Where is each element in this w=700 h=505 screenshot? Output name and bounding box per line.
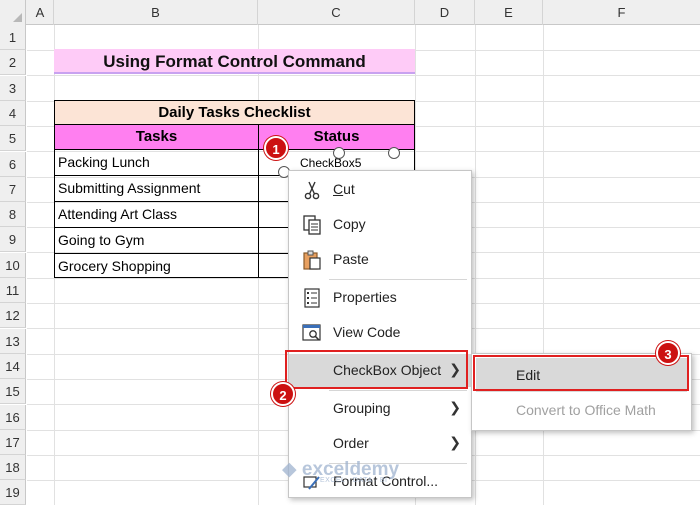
menu-item-order[interactable]: Order ❯ bbox=[289, 427, 471, 460]
row-header[interactable]: 10 bbox=[0, 253, 26, 278]
gridline bbox=[543, 25, 544, 505]
view-code-icon bbox=[302, 324, 321, 341]
row-header[interactable]: 7 bbox=[0, 177, 26, 202]
checkbox-control[interactable]: CheckBox5 bbox=[300, 156, 361, 170]
chevron-right-icon: ❯ bbox=[449, 434, 461, 450]
menu-separator bbox=[329, 390, 467, 391]
task-cell[interactable]: Submitting Assignment bbox=[54, 176, 259, 202]
menu-item-cut[interactable]: Cut bbox=[289, 173, 471, 206]
cut-label-text: ut bbox=[343, 181, 355, 197]
row-header[interactable]: 12 bbox=[0, 303, 26, 328]
column-header-c[interactable]: C bbox=[258, 0, 415, 25]
chevron-right-icon: ❯ bbox=[449, 399, 461, 415]
row-header[interactable]: 14 bbox=[0, 354, 26, 379]
menu-label-properties: Properties bbox=[333, 289, 397, 305]
row-header[interactable]: 1 bbox=[0, 25, 26, 50]
step-badge-3: 3 bbox=[656, 341, 680, 365]
gridline bbox=[27, 75, 700, 76]
row-header[interactable]: 2 bbox=[0, 50, 26, 75]
resize-handle[interactable] bbox=[333, 147, 345, 159]
menu-label-cut: Cut bbox=[333, 181, 355, 197]
watermark-tagline: EXCEL · DATA · BI bbox=[320, 477, 388, 484]
column-header-bar: A B C D E F bbox=[0, 0, 700, 25]
column-header-a[interactable]: A bbox=[27, 0, 54, 25]
column-header-e[interactable]: E bbox=[475, 0, 543, 25]
column-label-tasks[interactable]: Tasks bbox=[54, 125, 259, 150]
step-badge-2: 2 bbox=[271, 382, 295, 406]
row-header[interactable]: 11 bbox=[0, 278, 26, 303]
copy-icon bbox=[303, 215, 321, 235]
row-header[interactable]: 13 bbox=[0, 329, 26, 354]
menu-label-grouping: Grouping bbox=[333, 400, 391, 416]
column-header-f[interactable]: F bbox=[543, 0, 700, 25]
context-menu: Cut Copy Paste Properties View Code Chec… bbox=[288, 170, 472, 498]
scissors-icon bbox=[304, 181, 320, 200]
row-header[interactable]: 5 bbox=[0, 126, 26, 151]
watermark-logo-icon: ◆ bbox=[282, 459, 297, 480]
menu-label-copy: Copy bbox=[333, 216, 366, 232]
step-badge-1: 1 bbox=[264, 136, 288, 160]
menu-item-paste[interactable]: Paste bbox=[289, 243, 471, 276]
row-header[interactable]: 9 bbox=[0, 227, 26, 252]
row-header[interactable]: 16 bbox=[0, 405, 26, 430]
row-header[interactable]: 3 bbox=[0, 76, 26, 101]
menu-item-copy[interactable]: Copy bbox=[289, 208, 471, 241]
task-cell[interactable]: Going to Gym bbox=[54, 228, 259, 254]
menu-item-view-code[interactable]: View Code bbox=[289, 316, 471, 349]
menu-label-paste: Paste bbox=[333, 251, 369, 267]
gridline bbox=[475, 25, 476, 505]
menu-item-properties[interactable]: Properties bbox=[289, 281, 471, 314]
row-header[interactable]: 8 bbox=[0, 202, 26, 227]
task-cell[interactable]: Attending Art Class bbox=[54, 202, 259, 228]
menu-item-grouping[interactable]: Grouping ❯ bbox=[289, 392, 471, 425]
task-cell[interactable]: Grocery Shopping bbox=[54, 254, 259, 278]
resize-handle[interactable] bbox=[388, 147, 400, 159]
clipboard-icon bbox=[303, 250, 321, 270]
select-all-corner[interactable] bbox=[0, 0, 26, 25]
column-header-d[interactable]: D bbox=[415, 0, 475, 25]
menu-label-view-code: View Code bbox=[333, 324, 401, 340]
sheet-title[interactable]: Using Format Control Command bbox=[54, 49, 415, 74]
row-header[interactable]: 6 bbox=[0, 152, 26, 177]
row-header[interactable]: 19 bbox=[0, 480, 26, 505]
row-header[interactable]: 18 bbox=[0, 455, 26, 480]
highlight-box-edit bbox=[473, 355, 689, 391]
submenu-item-convert-to-office-math: Convert to Office Math bbox=[516, 402, 656, 418]
row-header[interactable]: 17 bbox=[0, 430, 26, 455]
table-header[interactable]: Daily Tasks Checklist bbox=[54, 100, 415, 125]
menu-label-order: Order bbox=[333, 435, 369, 451]
column-header-b[interactable]: B bbox=[54, 0, 258, 25]
row-header[interactable]: 4 bbox=[0, 101, 26, 126]
row-header[interactable]: 15 bbox=[0, 379, 26, 404]
menu-separator bbox=[329, 279, 467, 280]
task-cell[interactable]: Packing Lunch bbox=[54, 150, 259, 176]
highlight-box-checkbox-object bbox=[285, 350, 468, 389]
properties-icon bbox=[304, 288, 320, 308]
